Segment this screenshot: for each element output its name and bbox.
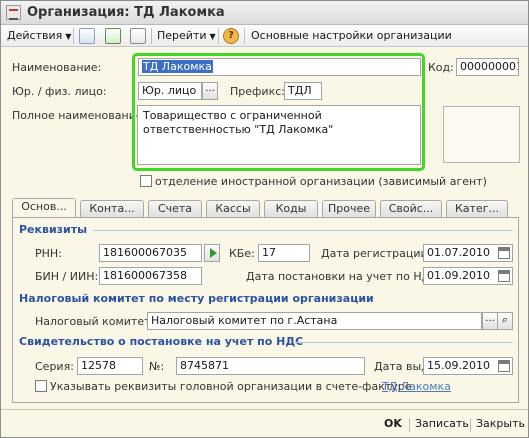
vat-certificate-section-title: Свидетельство о постановке на учет по НД… <box>19 335 304 348</box>
series-label: Серия: <box>35 360 74 373</box>
chevron-down-icon: ▼ <box>65 32 72 41</box>
toolbar: Действия ▼ Перейти ▼ ? Основные настройки … <box>1 25 528 47</box>
calendar-icon[interactable] <box>498 247 510 259</box>
tab-codes[interactable]: Коды <box>264 200 318 218</box>
window-title: Организация: ТД Лакомка <box>27 5 225 20</box>
copy-document-icon[interactable] <box>130 28 146 44</box>
toolbar-separator <box>218 28 219 44</box>
kbe-label: КБе: <box>229 247 255 260</box>
bin-label: БИН / ИИН: <box>35 270 99 283</box>
tab-other[interactable]: Прочее <box>322 200 376 218</box>
toolbar-separator <box>244 28 245 44</box>
help-icon[interactable]: ? <box>223 28 239 44</box>
series-field[interactable]: 12578 <box>77 357 143 375</box>
registration-date-label: Дата регистрации: <box>321 247 432 260</box>
code-label: Код: <box>428 61 454 74</box>
calendar-icon[interactable] <box>498 360 510 372</box>
registration-date-value: 01.07.2010 <box>427 246 490 259</box>
toolbar-separator <box>151 28 152 44</box>
play-arrow-icon[interactable] <box>204 244 220 262</box>
toolbar-separator <box>73 28 74 44</box>
form-icon <box>6 5 21 20</box>
head-org-link[interactable]: ТД Лакомка <box>382 380 451 393</box>
section-divider <box>295 342 513 343</box>
section-divider <box>93 230 513 231</box>
search-icon[interactable]: ⌕ <box>497 312 513 330</box>
foreign-branch-label: отделение иностранной организации (завис… <box>155 175 487 188</box>
rnn-field[interactable]: 181600067035 <box>99 244 202 262</box>
tab-properties[interactable]: Свойс... <box>380 200 442 218</box>
close-button[interactable]: Закрыть <box>476 417 525 430</box>
main-settings-button[interactable]: Основные настройки организации <box>251 27 452 45</box>
bottom-separator <box>470 418 471 432</box>
foreign-branch-checkbox[interactable] <box>140 175 152 187</box>
ok-button[interactable]: OK <box>384 417 402 430</box>
tab-main[interactable]: Основ... <box>12 198 76 219</box>
entity-type-label: Юр. / физ. лицо: <box>12 85 107 98</box>
title-bar: Организация: ТД Лакомка <box>1 1 528 25</box>
refresh-icon[interactable] <box>105 28 121 44</box>
vat-registration-date-label: Дата постановки на учет по НДС: <box>246 270 442 283</box>
save-button[interactable]: Записать <box>415 417 469 430</box>
calendar-icon[interactable] <box>498 270 510 282</box>
logo-picture-box[interactable] <box>443 106 520 163</box>
rnn-label: РНН: <box>35 247 62 260</box>
bottom-bar: OK Записать Закрыть <box>1 409 528 437</box>
kbe-field[interactable]: 17 <box>258 244 310 262</box>
head-org-label: Указывать реквизиты головной организации… <box>50 380 412 393</box>
tax-committee-section-title: Налоговый комитет по месту регистрации о… <box>19 292 374 305</box>
structure-subordination-icon[interactable] <box>79 28 95 44</box>
fullname-label: Полное наименование: <box>12 109 147 122</box>
head-org-checkbox[interactable] <box>35 380 47 392</box>
actions-menu[interactable]: Действия ▼ <box>7 27 71 45</box>
tax-committee-label: Налоговый комитет: <box>35 315 155 328</box>
tab-cashboxes[interactable]: Кассы <box>206 200 260 218</box>
tax-committee-field[interactable]: Налоговый комитет по г.Астана <box>147 312 482 330</box>
bottom-separator <box>409 418 410 432</box>
tab-accounts[interactable]: Счета <box>148 200 202 218</box>
tax-committee-select-button[interactable]: ... <box>482 312 498 330</box>
goto-label: Перейти <box>157 29 207 42</box>
goto-menu[interactable]: Перейти ▼ <box>157 27 216 45</box>
vat-registration-date-value: 01.09.2010 <box>427 269 490 282</box>
tab-categories[interactable]: Катег... <box>446 200 508 218</box>
organization-window: Организация: ТД Лакомка Действия ▼ Перейт… <box>0 0 529 438</box>
code-field[interactable]: 000000001 <box>456 58 519 76</box>
highlight-outline <box>132 53 425 171</box>
issue-date-value: 15.09.2010 <box>427 359 490 372</box>
chevron-down-icon: ▼ <box>209 32 216 41</box>
actions-label: Действия <box>7 29 63 42</box>
number-label: №: <box>149 360 165 373</box>
requisites-section-title: Реквизиты <box>19 223 88 236</box>
number-field[interactable]: 8745871 <box>176 357 365 375</box>
name-label: Наименование: <box>12 61 102 74</box>
bin-field[interactable]: 181600067358 <box>99 267 202 285</box>
tab-contacts[interactable]: Конта... <box>80 200 144 218</box>
